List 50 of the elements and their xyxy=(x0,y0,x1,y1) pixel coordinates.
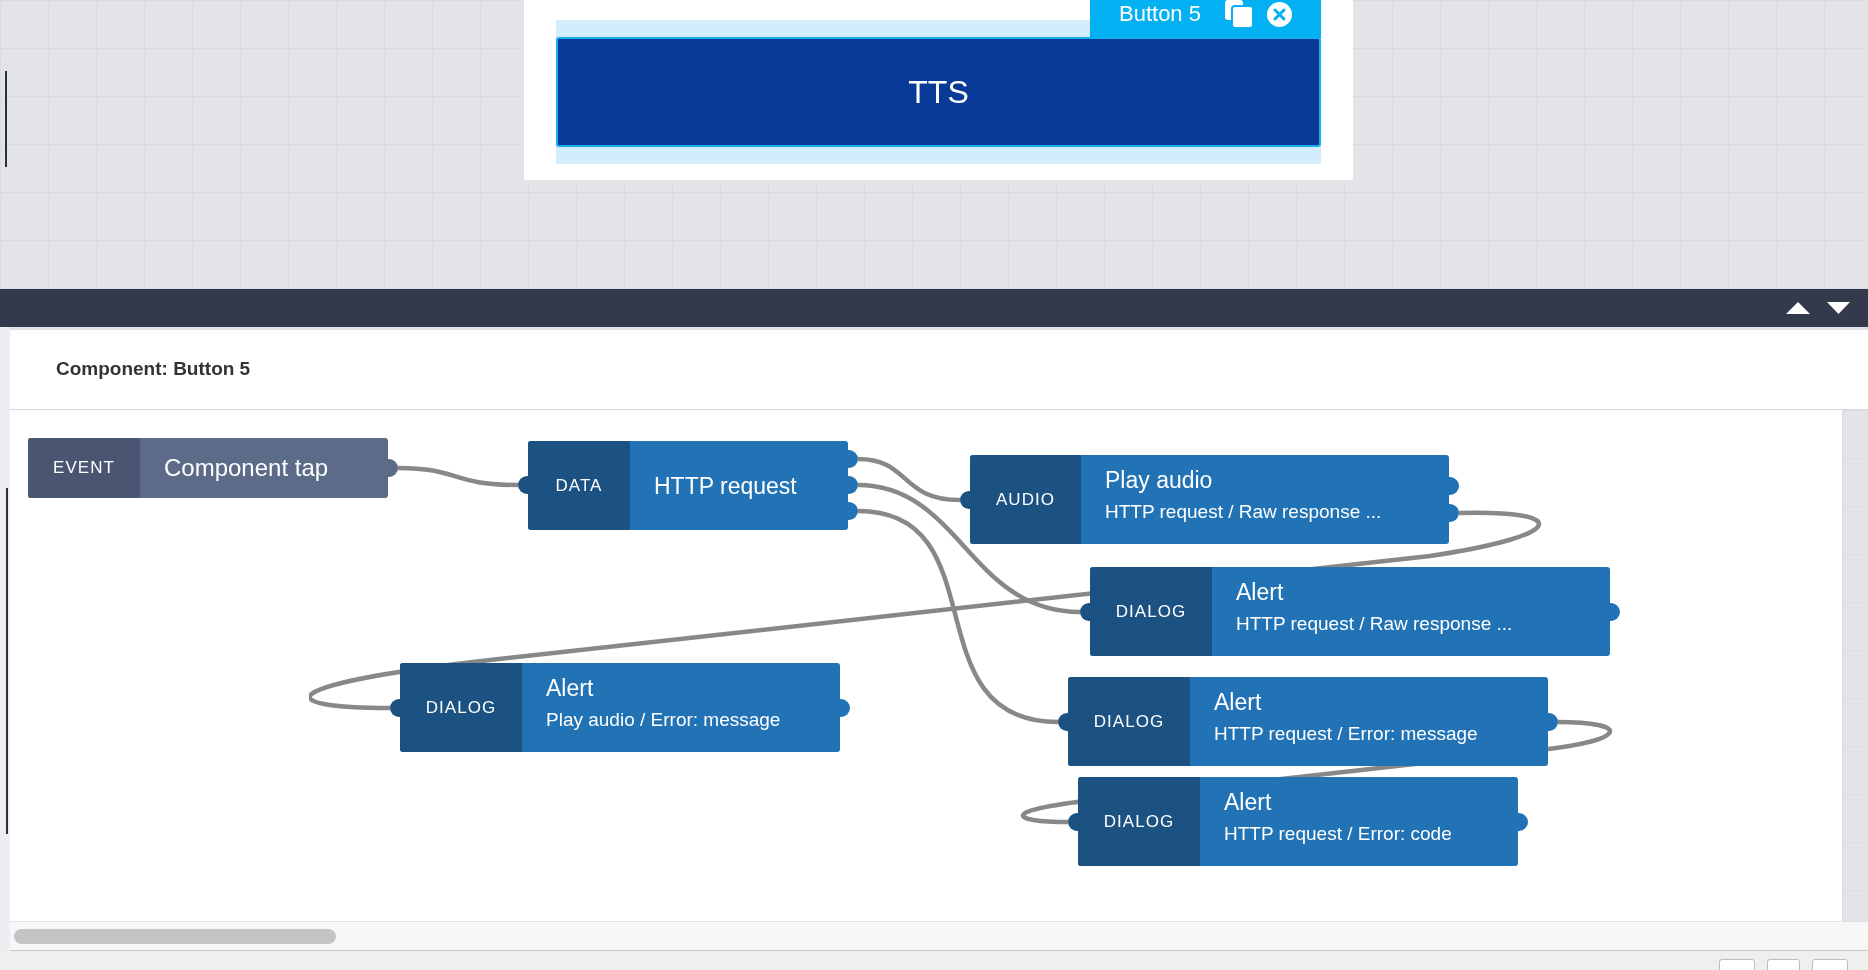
panel-title: Component: Button 5 xyxy=(56,357,251,382)
node-subtitle: HTTP request / Raw response ... xyxy=(1105,500,1382,524)
node-category-label: EVENT xyxy=(28,438,140,498)
flow-node[interactable]: DIALOG Alert HTTP request / Error: message xyxy=(1068,677,1548,766)
node-title: Alert xyxy=(546,674,595,702)
port-icon[interactable] xyxy=(1068,813,1078,831)
flow-node[interactable]: DIALOG Alert Play audio / Error: message xyxy=(400,663,840,752)
node-category-label: DIALOG xyxy=(1090,567,1212,656)
node-title: Component tap xyxy=(164,454,329,482)
triangle-down-icon xyxy=(1827,302,1850,314)
port-icon[interactable] xyxy=(1548,713,1558,731)
port-icon[interactable] xyxy=(848,502,858,520)
node-category-label: DATA xyxy=(528,441,630,530)
port-icon[interactable] xyxy=(1449,504,1459,522)
node-title: Alert xyxy=(1224,788,1273,816)
component-name-label: Button 5 xyxy=(1119,1,1201,27)
port-icon[interactable] xyxy=(518,476,528,494)
node-subtitle: HTTP request / Raw response ... xyxy=(1236,612,1513,636)
flow-node[interactable]: DATA HTTP request xyxy=(528,441,848,530)
flow-node[interactable]: EVENT Component tap xyxy=(28,438,388,498)
flow-node[interactable]: AUDIO Play audio HTTP request / Raw response ... xyxy=(970,455,1449,544)
port-icon[interactable] xyxy=(388,459,398,477)
port-icon[interactable] xyxy=(390,699,400,717)
node-subtitle: Play audio / Error: message xyxy=(546,708,781,732)
triangle-up-icon xyxy=(1786,302,1810,314)
node-title: Play audio xyxy=(1105,466,1214,494)
port-icon[interactable] xyxy=(1058,713,1068,731)
flow-node[interactable]: DIALOG Alert HTTP request / Raw response ... xyxy=(1090,567,1610,656)
port-icon[interactable] xyxy=(848,450,858,468)
flow-node[interactable]: DIALOG Alert HTTP request / Error: code xyxy=(1078,777,1518,866)
port-icon[interactable] xyxy=(960,491,970,509)
node-category-label: AUDIO xyxy=(970,455,1081,544)
node-subtitle: HTTP request / Error: code xyxy=(1224,822,1452,846)
port-icon[interactable] xyxy=(1449,477,1459,495)
node-category-label: DIALOG xyxy=(1078,777,1200,866)
node-subtitle: HTTP request / Error: message xyxy=(1214,722,1478,746)
move-up-button[interactable] xyxy=(1786,302,1810,314)
port-icon[interactable] xyxy=(840,699,850,717)
node-title: Alert xyxy=(1214,688,1263,716)
port-icon[interactable] xyxy=(848,476,858,494)
node-category-label: DIALOG xyxy=(1068,677,1190,766)
move-down-button[interactable] xyxy=(1827,302,1850,314)
port-icon[interactable] xyxy=(1610,603,1620,621)
port-icon[interactable] xyxy=(1518,813,1528,831)
node-title: HTTP request xyxy=(654,471,797,500)
port-icon[interactable] xyxy=(1080,603,1090,621)
preview-button[interactable]: TTS xyxy=(556,37,1321,147)
node-title: Alert xyxy=(1236,578,1285,606)
node-category-label: DIALOG xyxy=(400,663,522,752)
scrollbar-thumb[interactable] xyxy=(14,928,336,944)
